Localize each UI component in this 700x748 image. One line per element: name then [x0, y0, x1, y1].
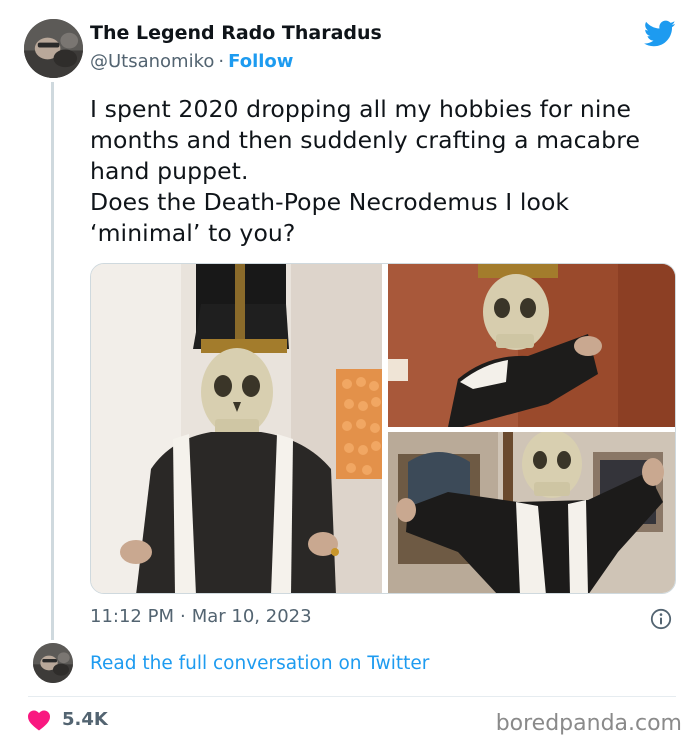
tweet-media-grid: [90, 263, 676, 594]
watermark: boredpanda.com: [495, 711, 682, 736]
handle-separator: ·: [218, 51, 225, 72]
tweet-timestamp[interactable]: 11:12 PM · Mar 10, 2023: [90, 606, 312, 627]
read-full-conversation-link[interactable]: Read the full conversation on Twitter: [90, 653, 429, 674]
media-image-2[interactable]: [388, 264, 675, 427]
follow-button[interactable]: Follow: [228, 51, 293, 72]
tweet-text-line: Does the Death-Pope Necrodemus I look ‘m…: [90, 188, 570, 247]
timestamp-separator: ·: [179, 606, 186, 627]
media-image-1[interactable]: [91, 264, 382, 593]
avatar-photo: [33, 643, 73, 683]
author-avatar[interactable]: [24, 19, 83, 78]
avatar-photo: [24, 19, 83, 78]
info-circle-icon[interactable]: [650, 608, 672, 630]
divider: [28, 696, 676, 697]
tweet-text-line: I spent 2020 dropping all my hobbies for…: [90, 95, 640, 185]
media-image-3[interactable]: [388, 432, 675, 593]
tweet-text: I spent 2020 dropping all my hobbies for…: [90, 94, 682, 249]
author-handle[interactable]: @Utsanomiko: [90, 51, 214, 72]
reply-avatar[interactable]: [33, 643, 73, 683]
author-handle-row: @Utsanomiko · Follow: [90, 51, 293, 72]
tweet-time: 11:12 PM: [90, 606, 174, 627]
twitter-bird-icon[interactable]: [643, 20, 676, 48]
heart-icon[interactable]: [27, 709, 51, 731]
like-count[interactable]: 5.4K: [62, 709, 108, 730]
author-name[interactable]: The Legend Rado Tharadus: [90, 22, 382, 44]
thread-line: [51, 82, 54, 640]
tweet-date: Mar 10, 2023: [191, 606, 312, 627]
